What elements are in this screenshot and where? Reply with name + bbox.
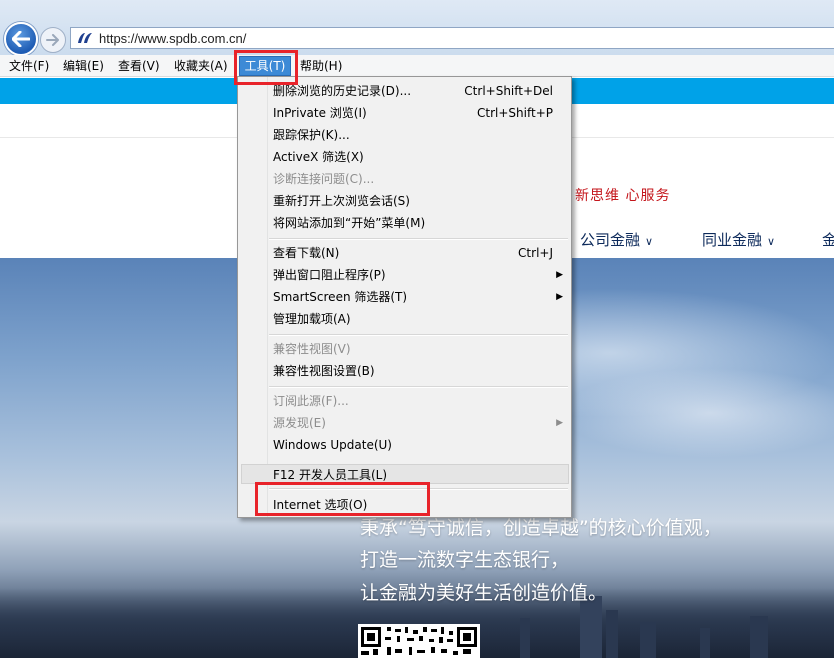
chevron-down-icon: ∨	[645, 235, 654, 248]
menu-item-tracking-protection[interactable]: 跟踪保护(K)...	[273, 124, 567, 146]
menu-icon-gutter	[267, 77, 268, 517]
menu-separator	[269, 488, 568, 490]
qr-code-icon	[358, 624, 480, 658]
menu-item-f12-devtools[interactable]: F12 开发人员工具(L)	[273, 464, 567, 486]
menu-item-label: Windows Update(U)	[273, 438, 392, 452]
submenu-arrow-icon: ▶	[556, 292, 563, 302]
menu-item-add-to-start[interactable]: 将网站添加到“开始”菜单(M)	[273, 212, 567, 234]
back-button[interactable]	[4, 22, 38, 56]
hero-cloud	[560, 368, 834, 458]
nav-label: 公司金融	[580, 231, 641, 249]
chevron-down-icon: ∨	[767, 235, 776, 248]
menu-item-label: 跟踪保护(K)...	[273, 128, 350, 142]
tools-dropdown-menu: 删除浏览的历史记录(D)... Ctrl+Shift+Del InPrivate…	[237, 76, 572, 518]
menu-item-label: 弹出窗口阻止程序(P)	[273, 268, 386, 282]
menu-item-label: 查看下载(N)	[273, 246, 340, 260]
menu-item-label: SmartScreen 筛选器(T)	[273, 290, 408, 304]
browser-toolbar: https://www.spdb.com.cn/	[0, 0, 834, 56]
address-bar[interactable]: https://www.spdb.com.cn/	[70, 27, 834, 49]
menu-bar: 文件(F) 编辑(E) 查看(V) 收藏夹(A) 工具(T) 帮助(H)	[0, 55, 834, 77]
menu-item-smartscreen[interactable]: SmartScreen 筛选器(T) ▶	[273, 286, 567, 308]
nav-item-cutoff[interactable]: 金	[822, 229, 834, 250]
menu-item-label: ActiveX 筛选(X)	[273, 150, 364, 164]
site-slogan: 新思维 心服务	[575, 188, 671, 204]
back-arrow-icon	[12, 31, 30, 47]
skyline-building	[580, 596, 602, 658]
menu-item-view-downloads[interactable]: 查看下载(N) Ctrl+J	[273, 242, 567, 264]
nav-label: 金	[822, 231, 834, 249]
menu-edit[interactable]: 编辑(E)	[59, 57, 108, 75]
menu-item-compat-view: 兼容性视图(V)	[273, 338, 567, 360]
menu-separator	[269, 386, 568, 388]
menu-item-inprivate[interactable]: InPrivate 浏览(I) Ctrl+Shift+P	[273, 102, 567, 124]
menu-item-label: 将网站添加到“开始”菜单(M)	[273, 216, 426, 230]
menu-item-internet-options[interactable]: Internet 选项(O)	[273, 494, 567, 516]
menu-item-delete-history[interactable]: 删除浏览的历史记录(D)... Ctrl+Shift+Del	[273, 80, 567, 102]
skyline-building	[700, 628, 710, 658]
menu-tools[interactable]: 工具(T)	[239, 56, 291, 76]
submenu-arrow-icon: ▶	[556, 418, 563, 428]
spdb-logo-icon	[75, 30, 95, 46]
menu-item-diagnose-connection: 诊断连接问题(C)...	[273, 168, 567, 190]
submenu-arrow-icon: ▶	[556, 270, 563, 280]
menu-view[interactable]: 查看(V)	[114, 57, 164, 75]
menu-help[interactable]: 帮助(H)	[296, 57, 346, 75]
hero-text-line: 让金融为美好生活创造价值。	[360, 582, 608, 604]
menu-separator	[269, 238, 568, 240]
menu-item-feed-discovery: 源发现(E) ▶	[273, 412, 567, 434]
menu-item-label: 兼容性视图设置(B)	[273, 364, 375, 378]
menu-item-reopen-session[interactable]: 重新打开上次浏览会话(S)	[273, 190, 567, 212]
address-url[interactable]: https://www.spdb.com.cn/	[99, 31, 246, 46]
menu-item-popup-blocker[interactable]: 弹出窗口阻止程序(P) ▶	[273, 264, 567, 286]
menu-item-label: 删除浏览的历史记录(D)...	[273, 84, 412, 98]
skyline-building	[750, 616, 768, 658]
menu-file[interactable]: 文件(F)	[5, 57, 53, 75]
skyline-building	[640, 622, 656, 658]
nav-corporate-finance[interactable]: 公司金融 ∨	[580, 229, 653, 250]
menu-item-label: InPrivate 浏览(I)	[273, 106, 367, 120]
menu-item-manage-addons[interactable]: 管理加载项(A)	[273, 308, 567, 330]
menu-item-label: 源发现(E)	[273, 416, 326, 430]
menu-item-label: 订阅此源(F)...	[273, 394, 349, 408]
skyline-building	[520, 618, 530, 658]
menu-item-label: 诊断连接问题(C)...	[273, 172, 375, 186]
menu-item-label: F12 开发人员工具(L)	[273, 468, 388, 482]
menu-item-shortcut: Ctrl+Shift+P	[477, 106, 553, 120]
menu-item-compat-view-settings[interactable]: 兼容性视图设置(B)	[273, 360, 567, 382]
nav-label: 同业金融	[702, 231, 763, 249]
menu-favorites[interactable]: 收藏夹(A)	[170, 57, 232, 75]
menu-item-label: 兼容性视图(V)	[273, 342, 351, 356]
menu-item-activex-filter[interactable]: ActiveX 筛选(X)	[273, 146, 567, 168]
forward-arrow-icon	[46, 34, 59, 46]
skyline-building	[606, 610, 618, 658]
menu-item-shortcut: Ctrl+Shift+Del	[464, 84, 553, 98]
menu-item-shortcut: Ctrl+J	[518, 246, 553, 260]
menu-item-label: 管理加载项(A)	[273, 312, 351, 326]
forward-button[interactable]	[40, 27, 66, 53]
nav-interbank-finance[interactable]: 同业金融 ∨	[702, 229, 775, 250]
menu-separator	[269, 334, 568, 336]
menu-item-subscribe-feed: 订阅此源(F)...	[273, 390, 567, 412]
menu-item-label: 重新打开上次浏览会话(S)	[273, 194, 410, 208]
menu-item-label: Internet 选项(O)	[273, 498, 368, 512]
menu-item-windows-update[interactable]: Windows Update(U)	[273, 434, 567, 456]
hero-text-line: 打造一流数字生态银行，	[360, 549, 570, 571]
